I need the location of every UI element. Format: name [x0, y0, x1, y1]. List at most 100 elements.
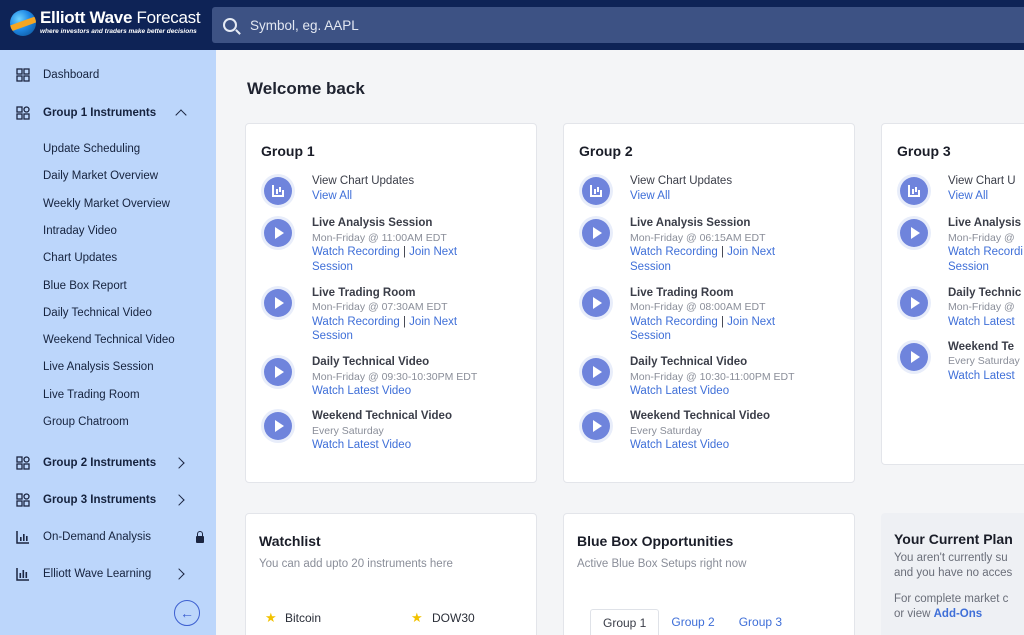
row-text: Live Analysis Session Mon-Friday @ 11:00A…	[312, 216, 542, 274]
sidebar-item-learning[interactable]: Elliott Wave Learning	[0, 562, 216, 586]
play-button[interactable]	[261, 216, 295, 250]
chart-circle	[582, 177, 610, 205]
sidebar-item-on-demand[interactable]: On-Demand Analysis	[0, 525, 216, 549]
join-next-link[interactable]: Session	[630, 329, 860, 344]
chart-icon	[16, 531, 29, 544]
watch-recording-link[interactable]: Watch Recordi	[948, 246, 1023, 258]
tab-group3[interactable]: Group 3	[727, 609, 794, 635]
session-links: Watch Recording | Join Next	[312, 245, 542, 260]
chart-updates-button[interactable]	[579, 174, 613, 208]
session-title: Live Analysis Session	[630, 217, 751, 229]
chevron-right-icon[interactable]	[173, 457, 185, 469]
sidebar-subitem[interactable]: Update Scheduling	[43, 143, 140, 155]
sidebar-label: Dashboard	[43, 69, 100, 81]
separator: |	[399, 315, 410, 328]
join-next-link[interactable]: Session	[312, 260, 542, 275]
play-button[interactable]	[579, 216, 613, 250]
session-schedule: Mon-Friday @ 07:30AM EDT	[312, 301, 448, 313]
sidebar-subitem[interactable]: Live Analysis Session	[43, 361, 154, 373]
logo[interactable]: Elliott Wave Forecast where investors an…	[10, 8, 201, 36]
watchlist-card: Watchlist You can add upto 20 instrument…	[245, 513, 537, 635]
star-icon[interactable]: ★	[265, 611, 278, 624]
session-schedule: Mon-Friday @	[948, 301, 1015, 313]
join-next-link[interactable]: Join Next	[409, 316, 457, 328]
watch-recording-link[interactable]: Watch Recording	[312, 316, 400, 328]
join-next-link[interactable]: Session	[948, 260, 1024, 275]
play-circle	[582, 219, 610, 247]
play-button[interactable]	[579, 409, 613, 443]
collapse-sidebar-button[interactable]: ←	[174, 600, 200, 626]
sidebar-subitem[interactable]: Daily Market Overview	[43, 170, 158, 182]
play-circle	[264, 358, 292, 386]
play-circle	[900, 219, 928, 247]
view-all-link[interactable]: View All	[948, 189, 1024, 204]
session-links: Watch Latest Video	[312, 438, 542, 453]
join-next-link[interactable]: Session	[312, 329, 542, 344]
chevron-right-icon[interactable]	[173, 494, 185, 506]
watch-latest-link[interactable]: Watch Latest Video	[312, 385, 411, 397]
session-title: Daily Technical Video	[312, 356, 430, 368]
sidebar-subitem[interactable]: Intraday Video	[43, 225, 117, 237]
group-card: Group 1 View Chart Updates View All Live An…	[245, 123, 537, 483]
sidebar-subitem[interactable]: Blue Box Report	[43, 280, 127, 292]
session-title: Live Trading Room	[312, 286, 416, 299]
play-circle	[582, 412, 610, 440]
session-links: Watch Recordi	[948, 245, 1024, 260]
watch-recording-link[interactable]: Watch Recording	[630, 316, 718, 328]
sidebar-item-group2[interactable]: Group 2 Instruments	[0, 451, 216, 475]
watchlist-item[interactable]: Bitcoin	[285, 611, 321, 625]
sidebar-subitem[interactable]: Live Trading Room	[43, 389, 140, 401]
watch-latest-link[interactable]: Watch Latest	[948, 370, 1015, 382]
view-all-link[interactable]: View All	[630, 189, 860, 204]
group-title: Group 2	[579, 143, 633, 159]
search-bar[interactable]	[212, 7, 1024, 43]
sidebar-subitem[interactable]: Daily Technical Video	[43, 307, 152, 319]
tab-group1[interactable]: Group 1	[590, 609, 660, 635]
join-next-link[interactable]: Join Next	[727, 246, 775, 258]
row-text: Weekend Te Every Saturday Watch Latest	[948, 340, 1024, 384]
sidebar-subitem[interactable]: Weekly Market Overview	[43, 198, 170, 210]
sidebar-item-group1[interactable]: Group 1 Instruments	[0, 101, 216, 125]
add-ons-link[interactable]: Add-Ons	[934, 608, 983, 620]
play-button[interactable]	[579, 285, 613, 320]
sidebar-subitem[interactable]: Chart Updates	[43, 252, 117, 264]
play-button[interactable]	[261, 409, 295, 443]
chart-updates-button[interactable]	[897, 174, 931, 208]
session-schedule: Every Saturday	[630, 424, 702, 437]
plan-text: You aren't currently su	[894, 552, 1008, 564]
join-next-link[interactable]: Join Next	[727, 316, 775, 328]
sidebar-subitem[interactable]: Group Chatroom	[43, 416, 129, 428]
watchlist-item[interactable]: DOW30	[432, 611, 475, 625]
star-icon[interactable]: ★	[411, 611, 424, 624]
session-title: Live Trading Room	[630, 286, 734, 299]
play-button[interactable]	[897, 285, 931, 320]
chevron-right-icon[interactable]	[173, 568, 185, 580]
watch-latest-link[interactable]: Watch Latest Video	[312, 439, 411, 451]
sidebar-item-dashboard[interactable]: Dashboard	[0, 63, 216, 87]
play-icon	[275, 420, 284, 432]
play-button[interactable]	[261, 285, 295, 320]
play-circle	[264, 412, 292, 440]
play-button[interactable]	[897, 339, 931, 374]
join-next-link[interactable]: Join Next	[409, 246, 457, 258]
search-input[interactable]	[250, 17, 950, 33]
sidebar-subitem[interactable]: Weekend Technical Video	[43, 334, 175, 346]
play-button[interactable]	[579, 355, 613, 389]
watch-latest-link[interactable]: Watch Latest Video	[630, 439, 729, 451]
join-next-link[interactable]: Session	[630, 260, 860, 275]
play-button[interactable]	[261, 355, 295, 389]
watchlist-subtitle: You can add upto 20 instruments here	[259, 558, 453, 570]
view-all-link[interactable]: View All	[312, 189, 542, 204]
sidebar-item-group3[interactable]: Group 3 Instruments	[0, 488, 216, 512]
sidebar-label: Group 1 Instruments	[43, 107, 157, 119]
chevron-up-icon[interactable]	[175, 109, 187, 121]
chart-updates-button[interactable]	[261, 174, 295, 208]
tab-group2[interactable]: Group 2	[659, 609, 726, 635]
watch-recording-link[interactable]: Watch Recording	[630, 246, 718, 258]
watch-latest-link[interactable]: Watch Latest	[948, 316, 1015, 328]
session-links: Watch Latest Video	[312, 384, 542, 399]
watch-recording-link[interactable]: Watch Recording	[312, 246, 400, 258]
logo-title: Elliott Wave Forecast	[40, 8, 201, 27]
watch-latest-link[interactable]: Watch Latest Video	[630, 385, 729, 397]
play-button[interactable]	[897, 216, 931, 250]
